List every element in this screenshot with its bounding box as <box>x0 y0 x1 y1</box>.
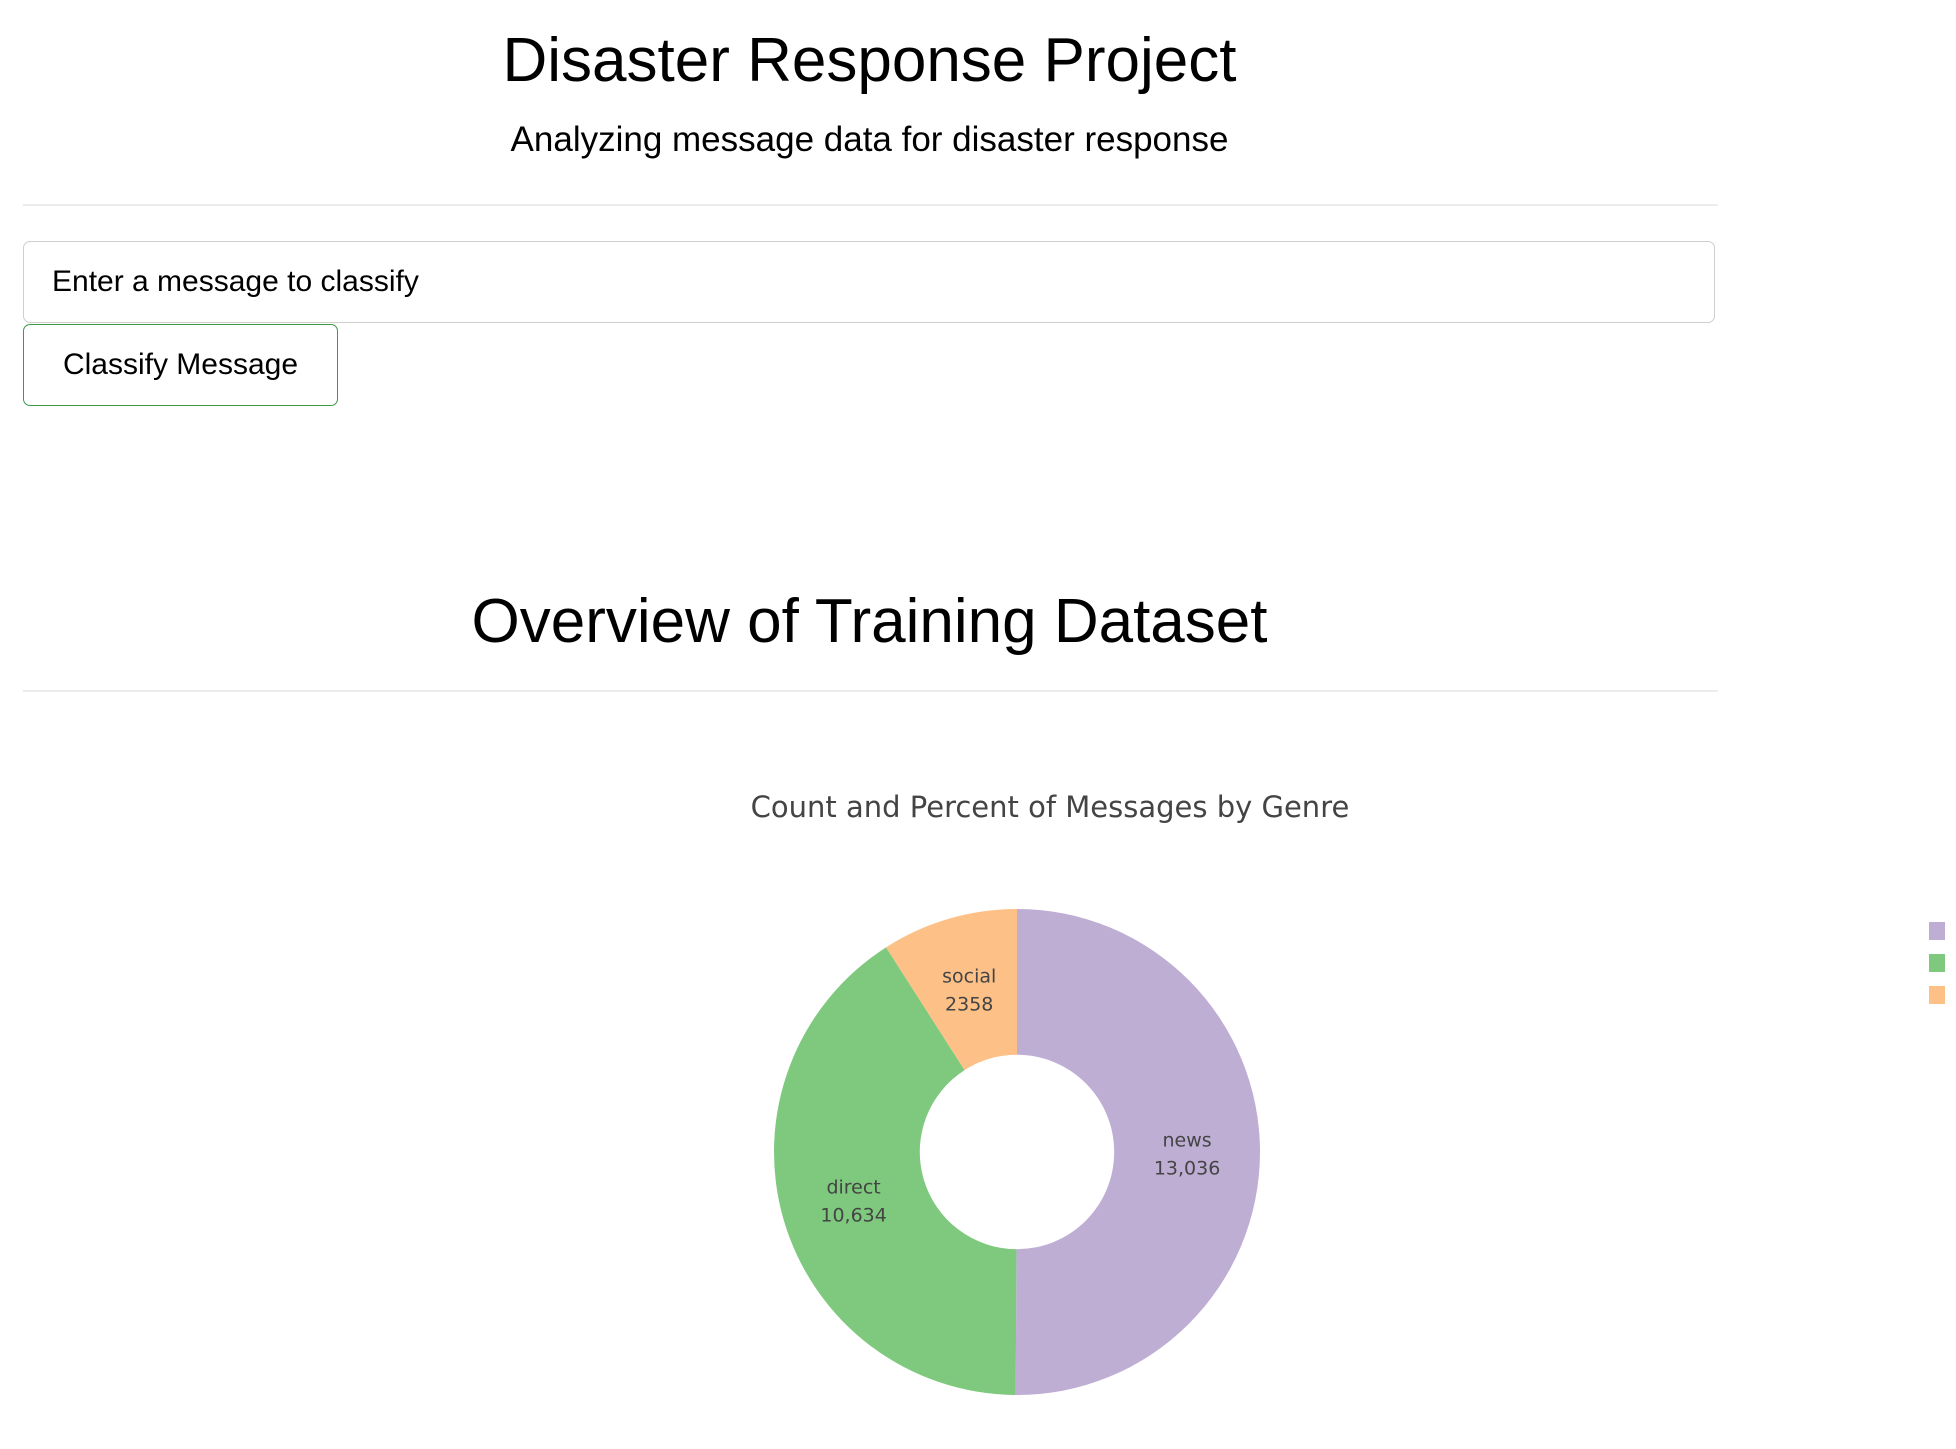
page-subtitle: Analyzing message data for disaster resp… <box>510 120 1229 159</box>
classify-message-button[interactable]: Classify Message <box>23 324 338 406</box>
message-input[interactable] <box>23 241 1715 323</box>
overview-divider <box>23 690 1718 692</box>
slice-value-direct: 10,634 <box>820 1204 886 1226</box>
slice-value-news: 13,036 <box>1154 1157 1220 1179</box>
page-title: Disaster Response Project <box>502 26 1237 95</box>
chart-title: Count and Percent of Messages by Genre <box>751 790 1350 824</box>
slice-label-social: social <box>942 966 996 988</box>
pie-slices <box>773 909 1260 1395</box>
legend-swatch-direct[interactable] <box>1929 954 1945 972</box>
slice-label-direct: direct <box>826 1176 880 1198</box>
overview-title: Overview of Training Dataset <box>471 587 1268 656</box>
pie-slice-news[interactable] <box>1015 909 1260 1395</box>
slice-label-news: news <box>1163 1129 1212 1151</box>
chart-legend[interactable]: newsdirectsocial <box>1929 920 1956 1006</box>
genre-donut-chart: Count and Percent of Messages by Genre n… <box>751 790 1956 1395</box>
legend-swatch-news[interactable] <box>1929 922 1945 940</box>
slice-value-social: 2358 <box>945 994 993 1016</box>
legend-swatch-social[interactable] <box>1929 986 1945 1004</box>
header-divider <box>23 204 1718 206</box>
